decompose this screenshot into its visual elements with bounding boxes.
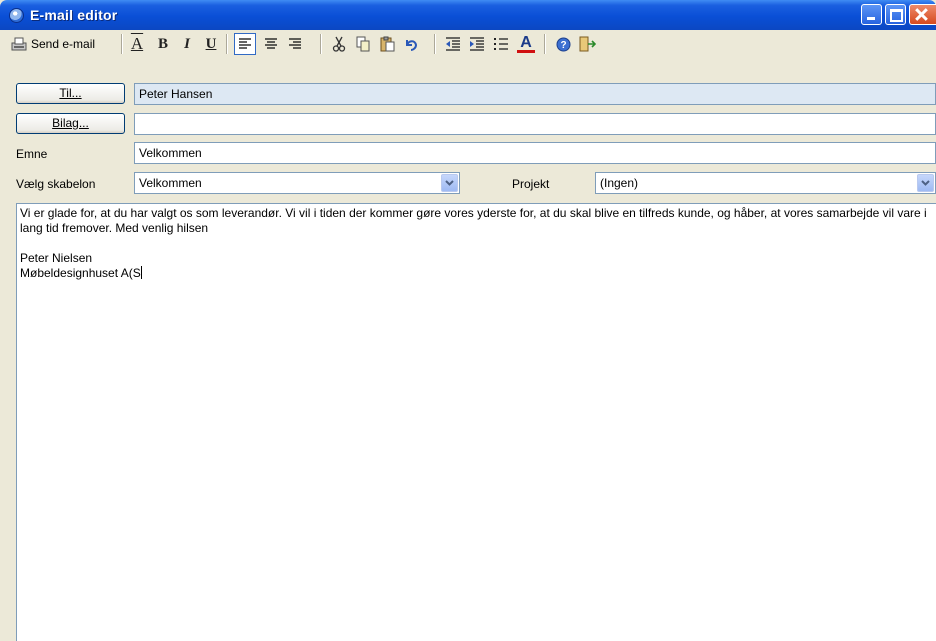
to-field[interactable]: Peter Hansen (134, 83, 936, 105)
svg-text:?: ? (560, 40, 566, 51)
template-label: Vælg skabelon (16, 177, 96, 191)
app-icon (9, 8, 24, 23)
title-bar[interactable]: E-mail editor (0, 0, 936, 30)
align-left-button[interactable] (234, 33, 256, 55)
close-button[interactable] (909, 4, 936, 25)
toolbar-separator (320, 34, 322, 54)
send-email-icon (11, 37, 27, 51)
help-button[interactable]: ? (552, 33, 574, 55)
undo-button[interactable] (400, 33, 422, 55)
minimize-button[interactable] (861, 4, 882, 25)
template-value: Velkommen (139, 176, 202, 190)
exit-icon (579, 36, 596, 52)
template-select[interactable]: Velkommen (134, 172, 460, 194)
copy-button[interactable] (352, 33, 374, 55)
font-color-swatch (517, 50, 535, 53)
chevron-down-icon (921, 180, 930, 186)
project-select[interactable]: (Ingen) (595, 172, 936, 194)
italic-icon: I (184, 35, 190, 52)
italic-button[interactable]: I (176, 33, 198, 55)
to-button-label: Til... (59, 86, 82, 100)
attachments-field[interactable] (134, 113, 936, 135)
underline-button[interactable]: U (200, 33, 222, 55)
indent-icon (470, 37, 484, 51)
subject-input[interactable]: Velkommen (134, 142, 936, 164)
send-email-button[interactable]: Send e-mail (10, 33, 118, 55)
font-color-icon: A (520, 34, 532, 51)
template-dropdown-arrow[interactable] (441, 174, 458, 192)
bullet-list-icon (494, 38, 508, 50)
exit-button[interactable] (576, 33, 598, 55)
align-center-icon (265, 38, 277, 49)
maximize-button[interactable] (885, 4, 906, 25)
attachments-button-label: Bilag... (52, 116, 89, 130)
email-editor-window: E-mail editor Send e-mail A B I U A ? Ti… (0, 0, 936, 641)
project-value: (Ingen) (600, 176, 639, 190)
paste-button[interactable] (376, 33, 398, 55)
copy-icon (356, 36, 369, 52)
subject-label: Emne (16, 147, 48, 161)
font-icon: A (130, 34, 144, 53)
bullet-list-button[interactable] (490, 33, 512, 55)
chevron-down-icon (445, 180, 454, 186)
underline-icon: U (205, 35, 217, 52)
bold-button[interactable]: B (152, 33, 174, 55)
toolbar-separator (544, 34, 546, 54)
align-right-button[interactable] (284, 33, 306, 55)
send-email-label: Send e-mail (31, 37, 96, 51)
align-left-icon (239, 38, 251, 49)
font-button[interactable]: A (126, 33, 148, 55)
text-caret (140, 266, 142, 279)
project-label: Projekt (512, 177, 550, 191)
outdent-button[interactable] (442, 33, 464, 55)
cut-button[interactable] (328, 33, 350, 55)
paste-icon (380, 36, 394, 52)
indent-button[interactable] (466, 33, 488, 55)
to-button[interactable]: Til... (16, 83, 125, 104)
font-color-button[interactable]: A (514, 33, 538, 55)
project-dropdown-arrow[interactable] (917, 174, 934, 192)
toolbar: Send e-mail A B I U A ? (4, 30, 936, 58)
outdent-icon (446, 37, 460, 51)
undo-icon (406, 40, 418, 51)
toolbar-separator (121, 34, 123, 54)
bold-icon: B (157, 35, 168, 52)
window-title: E-mail editor (30, 7, 118, 23)
cut-icon (332, 36, 346, 52)
align-center-button[interactable] (260, 33, 282, 55)
help-icon: ? (556, 37, 570, 51)
toolbar-separator (434, 34, 436, 54)
message-body-editor[interactable]: Vi er glade for, at du har valgt os som … (16, 203, 936, 641)
attachments-button[interactable]: Bilag... (16, 113, 125, 134)
align-right-icon (289, 38, 301, 49)
toolbar-separator (226, 34, 228, 54)
message-body-text: Vi er glade for, at du har valgt os som … (20, 206, 927, 280)
